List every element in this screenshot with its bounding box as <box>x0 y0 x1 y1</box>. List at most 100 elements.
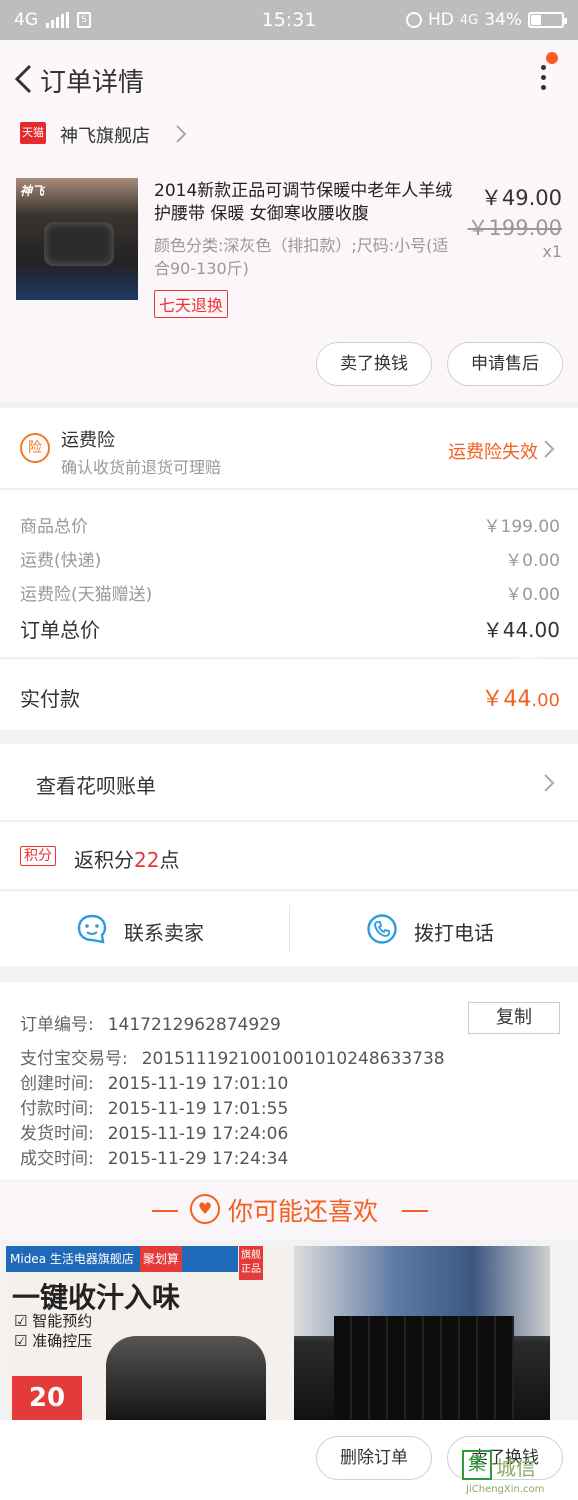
battery-level <box>531 15 541 25</box>
status-right: HD 4G 34% <box>405 10 567 30</box>
watermark-name: 城信 <box>496 1456 536 1480</box>
created-time-row: 创建时间: 2015-11-19 17:01:10 <box>20 1069 288 1094</box>
info-key: 成交时间: <box>20 1149 94 1169</box>
product-title[interactable]: 2014新款正品可调节保暖中老年人羊绒护腰带 保暖 女御寒收腰收腹 <box>154 180 454 226</box>
order-number-row: 订单编号: 1417212962874929 <box>20 1010 281 1035</box>
pressure-cooker-image <box>106 1336 266 1420</box>
points-prefix: 返积分 <box>74 848 134 872</box>
paid-decimal: .00 <box>531 690 560 711</box>
info-key: 发货时间: <box>20 1124 94 1144</box>
copy-button[interactable]: 复制 <box>468 1002 560 1034</box>
card-brand-bar: Midea 生活电器旗舰店 聚划算 <box>6 1246 238 1272</box>
insurance-icon: 险 <box>20 433 50 463</box>
shop-name: 神飞旗舰店 <box>60 126 150 147</box>
paid-currency: ￥ <box>481 687 504 712</box>
watermark: 集 城信 JiChengXin.com <box>462 1450 574 1498</box>
ju-badge: 聚划算 <box>139 1246 182 1272</box>
nav-bar: 订单详情 <box>0 40 578 116</box>
back-arrow-icon[interactable] <box>10 62 40 96</box>
info-key: 支付宝交易号: <box>20 1049 128 1069</box>
more-menu-icon[interactable] <box>538 62 548 96</box>
shipping-insurance-row[interactable]: 险 运费险 确认收货前退货可理赔 运费险失效 <box>0 408 578 488</box>
huabei-label: 查看花呗账单 <box>36 774 156 798</box>
battery-icon <box>528 12 567 28</box>
recommend-card-skirt[interactable] <box>294 1246 550 1420</box>
points-number: 22 <box>134 848 160 872</box>
summary-value: ￥0.00 <box>505 585 560 605</box>
recommend-grid: Midea 生活电器旗舰店 聚划算 旗舰正品 一键收汁入味 ☑ 智能预约 ☑ 准确… <box>0 1246 578 1420</box>
card-feature: ☑ 智能预约 <box>14 1312 93 1330</box>
product-spec: 颜色分类:深灰色（排扣款）;尺码:小号(适合90-130斤) <box>154 236 449 278</box>
phone-icon <box>367 914 397 944</box>
return-policy-badge: 七天退换 <box>154 290 229 318</box>
price-summary: 商品总价 ￥199.00 运费(快递) ￥0.00 运费险(天猫赠送) ￥0.0… <box>0 489 578 657</box>
chevron-right-icon <box>176 125 187 143</box>
alarm-icon <box>405 12 422 28</box>
watermark-mark: 集 <box>462 1450 492 1480</box>
info-key: 创建时间: <box>20 1074 94 1094</box>
card-feature: ☑ 准确控压 <box>14 1332 93 1350</box>
promo-badge: 20 <box>12 1376 82 1420</box>
contact-seller-label: 联系卖家 <box>124 921 204 945</box>
points-text: 返积分22点 <box>74 844 179 873</box>
sell-button[interactable]: 卖了换钱 <box>316 342 432 386</box>
completed-time-row: 成交时间: 2015-11-29 17:24:34 <box>20 1144 288 1169</box>
order-info: 复制 订单编号: 1417212962874929 支付宝交易号: 20151119… <box>0 982 578 1180</box>
recommend-header: ♥ 你可能还喜欢 <box>0 1182 578 1240</box>
info-key: 订单编号: <box>20 1015 94 1035</box>
product-image[interactable]: 神飞 <box>16 178 138 300</box>
call-phone-label: 拨打电话 <box>414 921 494 945</box>
summary-label: 商品总价 <box>20 517 88 537</box>
decor-line-right <box>402 1210 428 1212</box>
summary-label: 运费险(天猫赠送) <box>20 585 153 605</box>
watermark-url: JiChengXin.com <box>466 1484 545 1495</box>
decor-line-left <box>152 1210 178 1212</box>
heart-icon: ♥ <box>190 1194 220 1224</box>
contact-bar: 联系卖家 拨打电话 <box>0 890 578 966</box>
paid-time: 2015-11-19 17:01:55 <box>107 1099 289 1119</box>
chevron-right-icon <box>544 774 555 792</box>
product-card: 神飞 2014新款正品可调节保暖中老年人羊绒护腰带 保暖 女御寒收腰收腹 颜色分… <box>0 162 578 402</box>
recommend-card-pressure-cooker[interactable]: Midea 生活电器旗舰店 聚划算 旗舰正品 一键收汁入味 ☑ 智能预约 ☑ 准确… <box>6 1246 285 1420</box>
huabei-bill-row[interactable]: 查看花呗账单 <box>0 744 578 820</box>
order-number: 1417212962874929 <box>107 1015 281 1035</box>
status-bar: 4G S 15:31 HD 4G 34% <box>0 0 578 40</box>
contact-seller-button[interactable]: 联系卖家 <box>0 891 289 967</box>
product-original-price: ￥199.00 <box>467 216 562 240</box>
paid-label: 实付款 <box>20 687 80 711</box>
summary-value: ￥0.00 <box>505 551 560 571</box>
shipped-time-row: 发货时间: 2015-11-19 17:24:06 <box>20 1119 288 1144</box>
points-tag: 积分 <box>20 846 56 866</box>
summary-label: 订单总价 <box>20 618 100 642</box>
summary-pointer <box>518 648 538 658</box>
insurance-subtitle: 确认收货前退货可理赔 <box>61 458 222 477</box>
shop-row[interactable]: 天猫 神飞旗舰店 <box>0 116 578 162</box>
product-image-logo: 神飞 <box>20 184 45 198</box>
actual-payment-row: 实付款 ￥44.00 <box>0 658 578 730</box>
paid-time-row: 付款时间: 2015-11-19 17:01:55 <box>20 1094 288 1119</box>
tmall-badge: 天猫 <box>20 122 46 144</box>
flagship-flag: 旗舰正品 <box>239 1246 263 1280</box>
paid-int: 44 <box>503 687 532 712</box>
shipped-time: 2015-11-19 17:24:06 <box>107 1124 289 1144</box>
insurance-status: 运费险失效 <box>448 442 538 463</box>
product-quantity: x1 <box>542 242 562 261</box>
hd-label: HD <box>427 10 454 30</box>
call-phone-button[interactable]: 拨打电话 <box>290 891 578 967</box>
paid-amount: ￥44.00 <box>481 681 560 713</box>
skirt-image <box>334 1316 514 1420</box>
chevron-right-icon <box>544 440 555 458</box>
info-key: 付款时间: <box>20 1099 94 1119</box>
insurance-title: 运费险 <box>61 430 115 451</box>
summary-label: 运费(快递) <box>20 551 102 571</box>
points-row: 积分 返积分22点 <box>0 821 578 889</box>
after-sale-button[interactable]: 申请售后 <box>447 342 563 386</box>
delete-order-button[interactable]: 删除订单 <box>316 1436 432 1480</box>
chat-bubble-icon <box>77 914 107 944</box>
alipay-number: 2015111921001001010248633738 <box>141 1049 445 1069</box>
recommend-title: 你可能还喜欢 <box>228 1197 379 1226</box>
page-title: 订单详情 <box>40 68 145 98</box>
notification-dot <box>546 52 558 64</box>
battery-percent: 34% <box>484 10 522 30</box>
card-brand: Midea 生活电器旗舰店 <box>10 1252 134 1266</box>
